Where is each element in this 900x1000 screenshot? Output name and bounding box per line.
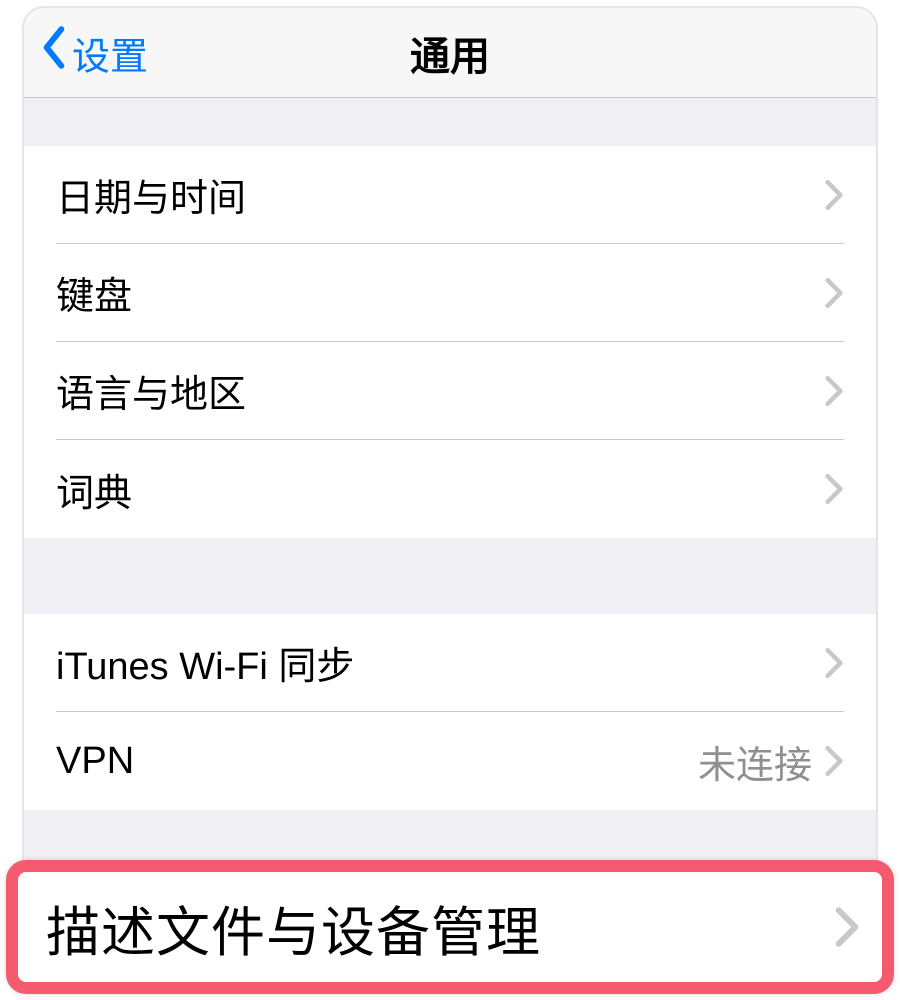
settings-screen: 设置 通用 日期与时间 键盘 语言与地区 — [24, 8, 876, 992]
row-label: VPN — [56, 740, 698, 783]
row-value: 未连接 — [698, 734, 812, 789]
row-label: 描述文件与设备管理 — [46, 888, 834, 967]
nav-header: 设置 通用 — [24, 8, 876, 98]
page-title: 通用 — [410, 24, 490, 82]
list-group-1: 日期与时间 键盘 语言与地区 词典 — [24, 146, 876, 538]
chevron-right-icon — [824, 375, 844, 407]
section-gap — [24, 98, 876, 146]
row-label: 语言与地区 — [56, 363, 824, 418]
row-keyboard[interactable]: 键盘 — [24, 244, 876, 342]
row-label: 键盘 — [56, 265, 824, 320]
row-itunes-wifi-sync[interactable]: iTunes Wi-Fi 同步 — [24, 614, 876, 712]
row-dictionary[interactable]: 词典 — [24, 440, 876, 538]
row-vpn[interactable]: VPN 未连接 — [24, 712, 876, 810]
list-group-2: iTunes Wi-Fi 同步 VPN 未连接 — [24, 614, 876, 810]
chevron-right-icon — [834, 906, 860, 948]
chevron-right-icon — [824, 179, 844, 211]
row-date-time[interactable]: 日期与时间 — [24, 146, 876, 244]
back-label: 设置 — [72, 25, 148, 80]
row-label: 日期与时间 — [56, 167, 824, 222]
row-label: iTunes Wi-Fi 同步 — [56, 635, 824, 690]
chevron-right-icon — [824, 745, 844, 777]
section-gap — [24, 538, 876, 614]
chevron-right-icon — [824, 277, 844, 309]
chevron-right-icon — [824, 647, 844, 679]
back-button[interactable]: 设置 — [40, 25, 148, 80]
chevron-left-icon — [40, 26, 72, 80]
row-label: 词典 — [56, 462, 824, 517]
row-language-region[interactable]: 语言与地区 — [24, 342, 876, 440]
chevron-right-icon — [824, 473, 844, 505]
row-profiles-device-management[interactable]: 描述文件与设备管理 — [6, 860, 894, 994]
